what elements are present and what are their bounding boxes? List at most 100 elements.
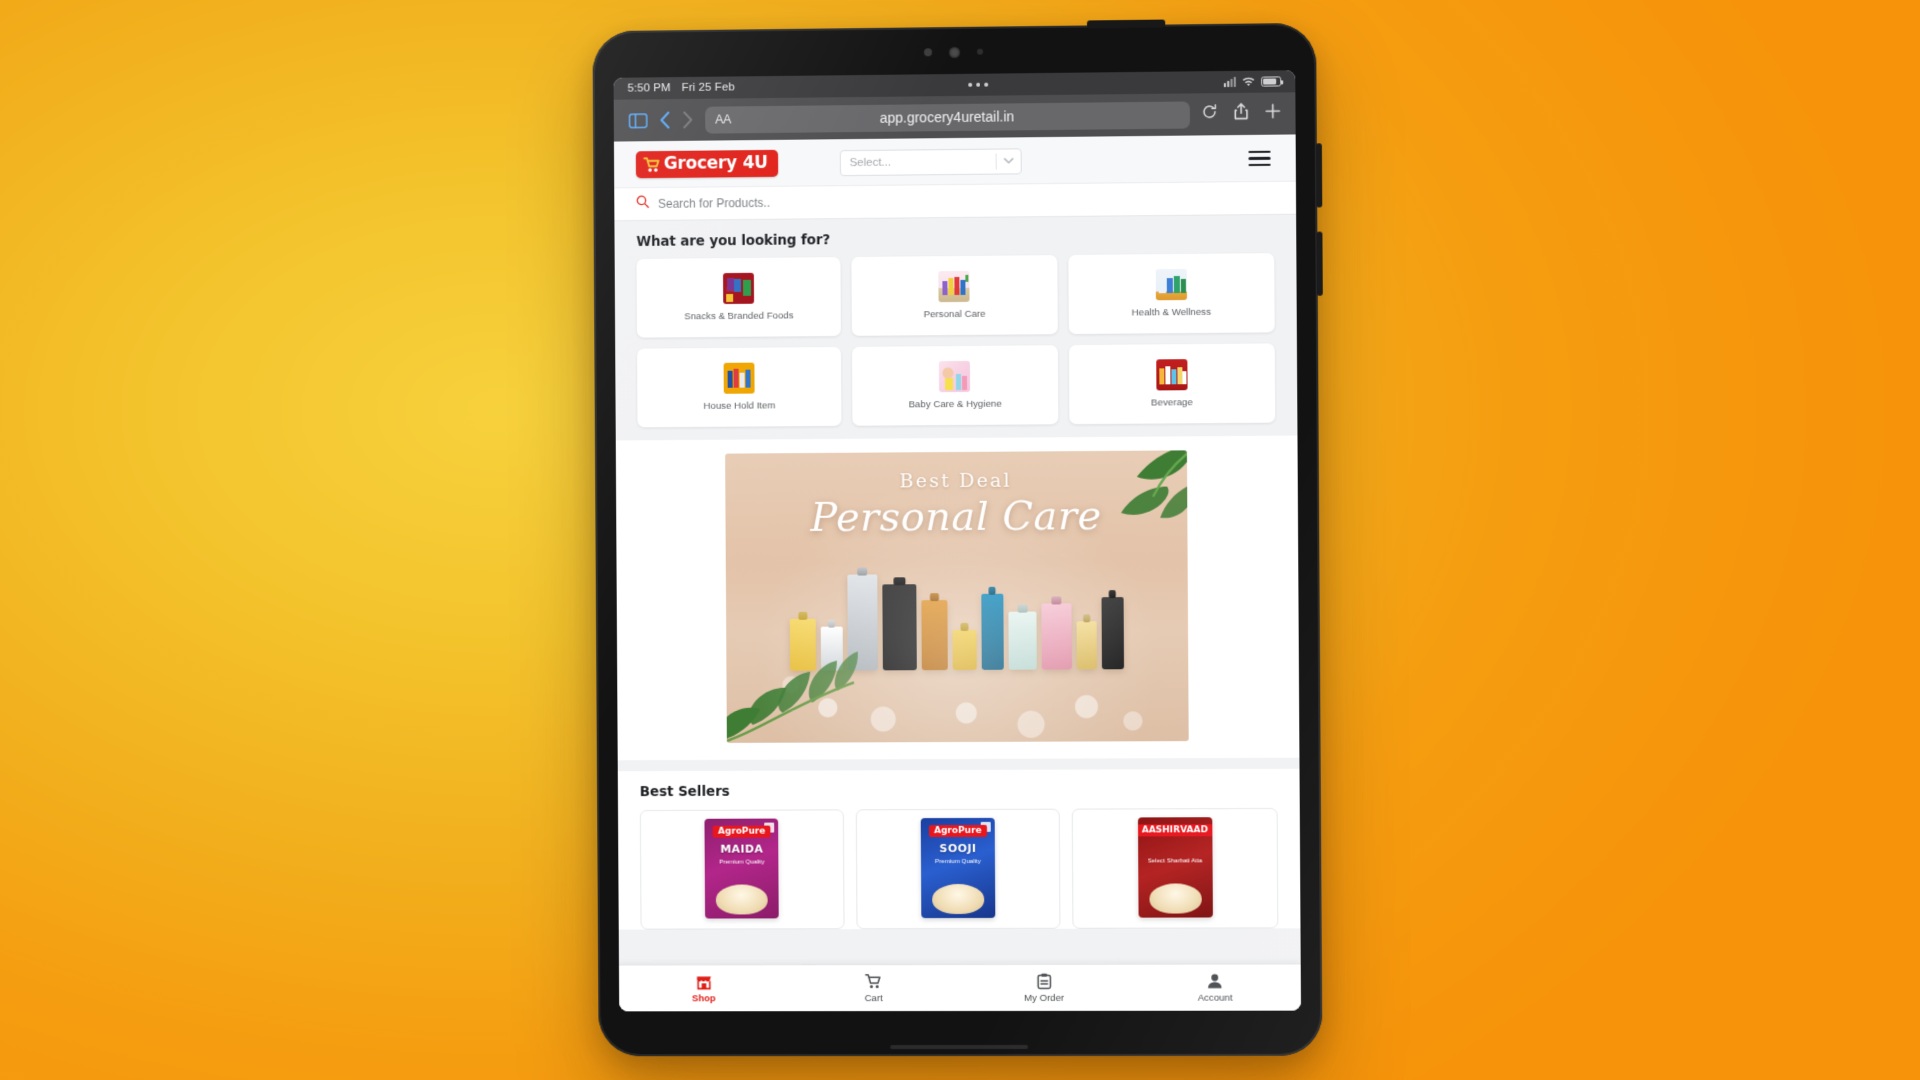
camera-lens-2 — [948, 46, 959, 57]
multitask-dots-icon — [969, 83, 989, 87]
product-tagline: Premium Quality — [921, 858, 995, 867]
tab-label: Cart — [865, 993, 883, 1004]
category-card-health-wellness[interactable]: Health & Wellness — [1068, 253, 1275, 334]
baby-care-thumbnail-icon — [939, 361, 970, 392]
multitask-handle[interactable] — [735, 80, 1224, 89]
status-bar-right — [1224, 76, 1281, 87]
tablet-device: 5:50 PM Fri 25 Feb AA app.grocery4uretai… — [592, 23, 1322, 1056]
product-image-maida: AgroPure MAIDA Premium Quality — [705, 819, 779, 919]
product-brand: AgroPure — [929, 825, 987, 837]
product-bowl-illustration — [716, 884, 768, 914]
product-card[interactable]: AgroPure MAIDA Premium Quality — [640, 809, 844, 929]
product-name: SOOJI — [921, 842, 995, 855]
bottom-tab-bar: Shop Cart My Order Account — [619, 963, 1301, 1011]
snacks-thumbnail-icon — [723, 273, 754, 304]
home-indicator[interactable] — [890, 1045, 1028, 1049]
page-scroll-area[interactable]: What are you looking for? Snacks & Brand… — [614, 215, 1300, 965]
reload-icon[interactable] — [1202, 104, 1217, 124]
categories-title: What are you looking for? — [614, 215, 1296, 259]
wifi-icon — [1242, 77, 1255, 87]
beverage-thumbnail-icon — [1156, 359, 1187, 390]
camera-lens-1 — [924, 48, 932, 56]
category-label: Health & Wellness — [1132, 307, 1211, 319]
best-sellers-title: Best Sellers — [618, 782, 1300, 810]
category-label: Personal Care — [924, 309, 986, 321]
status-time: 5:50 PM — [627, 82, 670, 94]
promo-banner-block: Best Deal Personal Care — [616, 436, 1300, 761]
volume-up-button[interactable] — [1316, 143, 1322, 207]
product-brand: AASHIRVAAD — [1138, 824, 1213, 836]
shopping-cart-icon — [644, 156, 661, 173]
cellular-icon — [1224, 77, 1236, 87]
safari-toolbar-right — [1202, 102, 1281, 125]
category-card-snacks[interactable]: Snacks & Branded Foods — [636, 257, 841, 338]
tab-label: Shop — [692, 993, 716, 1004]
cart-icon — [865, 973, 882, 990]
category-card-house-hold[interactable]: House Hold Item — [637, 347, 842, 427]
product-bowl-illustration — [932, 884, 984, 914]
tab-cart[interactable]: Cart — [788, 965, 958, 1011]
battery-icon — [1261, 76, 1281, 86]
product-tagline: Premium Quality — [705, 858, 779, 867]
tab-my-order[interactable]: My Order — [959, 965, 1130, 1011]
tab-label: Account — [1198, 992, 1233, 1003]
household-thumbnail-icon — [724, 363, 755, 394]
personal-care-thumbnail-icon — [939, 271, 970, 302]
store-select-wrapper: Select... — [839, 148, 1021, 176]
tab-account[interactable]: Account — [1129, 964, 1301, 1010]
desk-background: 5:50 PM Fri 25 Feb AA app.grocery4uretai… — [0, 0, 1920, 1080]
product-tagline: Select Sharbati Atta — [1138, 857, 1212, 866]
url-text: app.grocery4uretail.in — [705, 106, 1190, 127]
store-icon — [695, 973, 712, 990]
product-card[interactable]: AASHIRVAAD Select Sharbati Atta — [1072, 808, 1278, 929]
hamburger-menu-icon[interactable] — [1245, 147, 1273, 169]
category-label: Snacks & Branded Foods — [684, 310, 793, 322]
tab-label: My Order — [1024, 992, 1064, 1003]
forward-button[interactable] — [682, 111, 693, 129]
share-icon[interactable] — [1234, 103, 1248, 125]
search-input[interactable] — [658, 191, 1274, 211]
web-app-viewport: Grocery 4U Select... Search for Products… — [614, 134, 1301, 1011]
category-card-personal-care[interactable]: Personal Care — [852, 255, 1058, 336]
person-icon — [1206, 972, 1223, 989]
tab-shop[interactable]: Shop — [619, 965, 789, 1011]
product-bowl-illustration — [1149, 883, 1201, 913]
product-card[interactable]: AgroPure SOOJI Premium Quality — [855, 809, 1060, 930]
select-divider — [995, 153, 996, 169]
grocery4u-logo[interactable]: Grocery 4U — [636, 150, 778, 178]
promo-banner-personal-care[interactable]: Best Deal Personal Care — [725, 450, 1189, 743]
status-date: Fri 25 Feb — [682, 81, 735, 94]
category-label: House Hold Item — [703, 400, 775, 412]
camera-array — [593, 41, 1317, 63]
category-card-beverage[interactable]: Beverage — [1069, 343, 1276, 424]
status-bar-left: 5:50 PM Fri 25 Feb — [627, 81, 734, 94]
chevron-down-icon — [1003, 155, 1013, 167]
category-grid: Snacks & Branded Foods Personal Care Hea… — [615, 253, 1298, 428]
address-bar[interactable]: AA app.grocery4uretail.in — [705, 101, 1190, 133]
category-card-baby-care[interactable]: Baby Care & Hygiene — [852, 345, 1058, 426]
best-sellers-section: Best Sellers AgroPure MAIDA Premium Qual… — [618, 769, 1301, 930]
leaf-decoration-right-icon — [1046, 450, 1188, 561]
product-name: MAIDA — [705, 843, 779, 856]
back-button[interactable] — [659, 111, 670, 129]
clipboard-icon — [1035, 972, 1052, 989]
power-button[interactable] — [1087, 20, 1165, 29]
plus-icon[interactable] — [1265, 103, 1280, 123]
volume-down-button[interactable] — [1316, 232, 1322, 296]
logo-text: Grocery 4U — [664, 155, 768, 173]
product-brand: AgroPure — [713, 826, 770, 838]
product-image-atta: AASHIRVAAD Select Sharbati Atta — [1138, 817, 1213, 917]
category-label: Beverage — [1151, 397, 1193, 408]
search-icon — [636, 195, 649, 213]
sidebar-icon[interactable] — [629, 113, 648, 128]
tablet-screen: 5:50 PM Fri 25 Feb AA app.grocery4uretai… — [614, 70, 1301, 1011]
category-label: Baby Care & Hygiene — [909, 399, 1002, 411]
app-header: Grocery 4U Select... — [614, 134, 1296, 187]
product-image-sooji: AgroPure SOOJI Premium Quality — [921, 818, 996, 918]
store-select[interactable]: Select... — [839, 148, 1021, 176]
camera-sensor — [976, 49, 982, 55]
reader-size-button[interactable]: AA — [715, 112, 731, 126]
best-sellers-grid: AgroPure MAIDA Premium Quality AgroPure — [618, 808, 1300, 930]
leaf-decoration-left-icon — [725, 628, 892, 743]
store-select-value: Select... — [849, 156, 891, 168]
